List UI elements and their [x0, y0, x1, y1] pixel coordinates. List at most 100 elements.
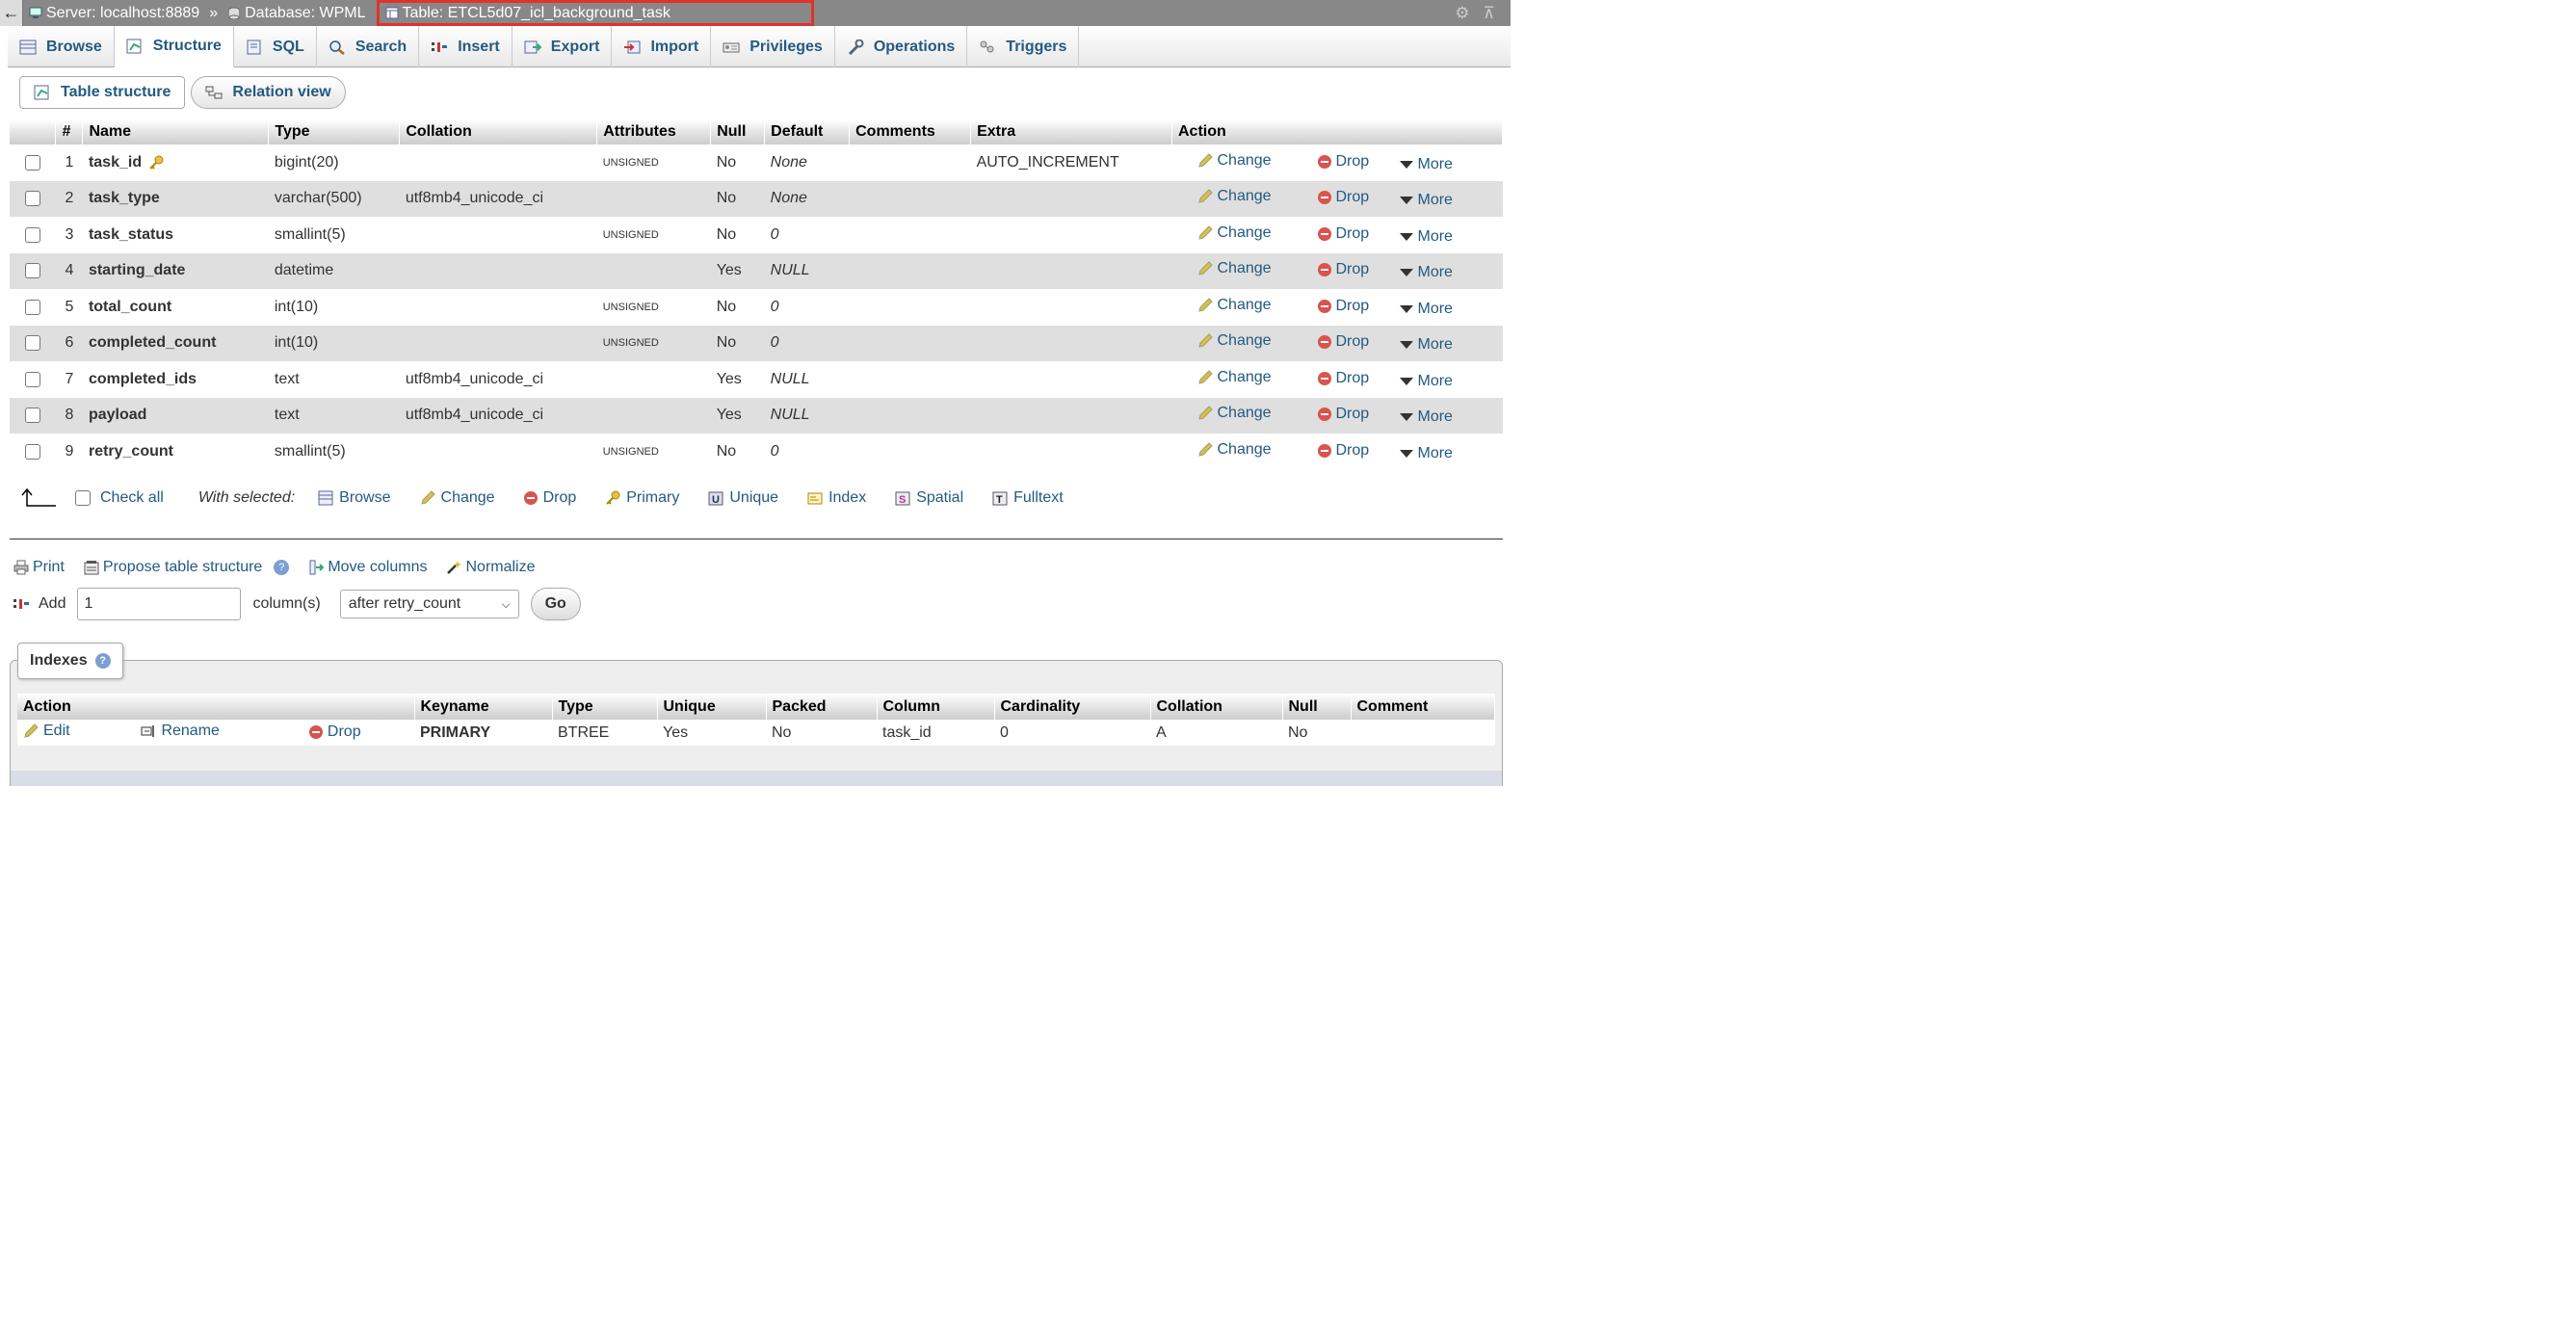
row-checkbox[interactable] — [24, 226, 40, 243]
row-checkbox[interactable] — [24, 371, 40, 387]
relation-icon — [205, 86, 223, 99]
drop-button[interactable]: Drop — [1317, 153, 1400, 171]
print-link[interactable]: Print — [13, 559, 65, 576]
footer-band — [11, 771, 1502, 786]
table-row: 1 task_id bigint(20) UNSIGNED No None AUTO_INC… — [10, 145, 1503, 181]
change-button[interactable]: Change — [1197, 260, 1318, 277]
column-name: task_type — [88, 190, 160, 207]
pencil-icon — [1197, 442, 1213, 457]
breadcrumb-database[interactable]: Database: WPML — [222, 5, 371, 22]
row-checkbox[interactable] — [24, 443, 40, 460]
column-collation: utf8mb4_unicode_ci — [399, 180, 597, 217]
drop-button[interactable]: Drop — [1317, 225, 1400, 243]
row-checkbox[interactable] — [24, 154, 40, 171]
header-comments[interactable]: Comments — [849, 119, 972, 145]
header-null[interactable]: Null — [710, 119, 766, 145]
drop-button[interactable]: Drop — [1317, 441, 1400, 460]
more-button[interactable]: More — [1399, 445, 1453, 462]
change-button[interactable]: Change — [1197, 152, 1318, 170]
check-all-checkbox[interactable] — [75, 490, 91, 506]
go-button[interactable]: Go — [530, 588, 581, 620]
drop-label: Drop — [1335, 441, 1370, 459]
more-button[interactable]: More — [1399, 301, 1453, 318]
row-checkbox-cell — [10, 434, 56, 470]
selected-change-button[interactable]: Change — [420, 489, 495, 507]
print-label: Print — [33, 559, 65, 575]
add-columns-count-input[interactable] — [77, 588, 242, 620]
selected-browse-button[interactable]: Browse — [318, 489, 391, 507]
selected-fulltext-button[interactable]: T Fulltext — [992, 489, 1064, 507]
relation-view-button[interactable]: Relation view — [191, 76, 346, 109]
row-checkbox[interactable] — [24, 263, 40, 279]
more-label: More — [1417, 336, 1453, 354]
more-button[interactable]: More — [1399, 408, 1453, 426]
tab-sql[interactable]: SQL — [234, 26, 317, 67]
settings-gear-icon[interactable]: ⚙ — [1455, 4, 1469, 23]
propose-structure-link[interactable]: Propose table structure ? — [84, 559, 290, 576]
header-number[interactable]: # — [55, 119, 84, 145]
selected-spatial-button[interactable]: S Spatial — [895, 489, 963, 507]
insert-icon — [432, 41, 448, 52]
change-label: Change — [1217, 260, 1272, 277]
tab-insert[interactable]: Insert — [419, 26, 513, 67]
tab-privileges[interactable]: Privileges — [711, 26, 835, 67]
change-button[interactable]: Change — [1197, 405, 1318, 422]
drop-button[interactable]: Drop — [1317, 370, 1400, 387]
drop-button[interactable]: Drop — [1317, 261, 1400, 278]
more-button[interactable]: More — [1399, 264, 1453, 281]
tab-export[interactable]: Export — [513, 26, 613, 67]
more-button[interactable]: More — [1399, 228, 1453, 246]
header-collation[interactable]: Collation — [399, 119, 598, 145]
selected-unique-button[interactable]: U Unique — [708, 489, 778, 507]
drop-button[interactable]: Drop — [1317, 333, 1400, 351]
index-edit-button[interactable]: Edit — [23, 723, 137, 740]
tab-triggers[interactable]: Triggers — [967, 26, 1080, 67]
more-button[interactable]: More — [1399, 192, 1453, 209]
index-rename-button[interactable]: Rename — [141, 723, 304, 740]
tab-structure[interactable]: Structure — [114, 26, 234, 67]
back-arrow-icon[interactable]: ← — [0, 0, 23, 26]
index-drop-button[interactable]: Drop — [308, 723, 361, 741]
row-checkbox[interactable] — [24, 299, 40, 315]
more-button[interactable]: More — [1399, 156, 1453, 173]
drop-label: Drop — [1335, 406, 1370, 423]
help-icon[interactable]: ? — [274, 560, 290, 575]
change-label: Change — [1217, 368, 1272, 385]
change-button[interactable]: Change — [1197, 188, 1318, 205]
more-button[interactable]: More — [1399, 373, 1453, 390]
drop-button[interactable]: Drop — [1317, 298, 1400, 315]
tab-search[interactable]: Search — [317, 26, 420, 67]
breadcrumb-database-label: Database: WPML — [245, 4, 366, 21]
more-button[interactable]: More — [1399, 336, 1453, 354]
header-attributes[interactable]: Attributes — [596, 119, 712, 145]
move-columns-link[interactable]: Move columns — [308, 559, 427, 576]
header-extra[interactable]: Extra — [970, 119, 1172, 145]
column-position-select[interactable]: after retry_count ⌵ — [339, 590, 519, 618]
collapse-icon[interactable]: ⊼ — [1484, 4, 1495, 23]
change-button[interactable]: Change — [1197, 369, 1318, 386]
row-checkbox[interactable] — [24, 408, 40, 424]
change-button[interactable]: Change — [1197, 224, 1318, 242]
breadcrumb-server[interactable]: Server: localhost:8889 — [23, 5, 205, 22]
header-default[interactable]: Default — [764, 119, 851, 145]
selected-index-button[interactable]: Index — [807, 489, 866, 507]
table-structure-button[interactable]: Table structure — [19, 76, 186, 109]
selected-drop-button[interactable]: Drop — [523, 489, 576, 507]
header-name[interactable]: Name — [82, 119, 270, 145]
tab-import[interactable]: Import — [612, 26, 712, 67]
normalize-link[interactable]: Normalize — [446, 559, 536, 576]
change-button[interactable]: Change — [1197, 332, 1318, 350]
row-checkbox[interactable] — [24, 335, 40, 352]
selected-primary-button[interactable]: Primary — [605, 489, 679, 507]
change-button[interactable]: Change — [1197, 297, 1318, 314]
tab-operations[interactable]: Operations — [835, 26, 968, 67]
drop-button[interactable]: Drop — [1317, 406, 1400, 423]
selected-primary-label: Primary — [626, 489, 680, 506]
header-type[interactable]: Type — [268, 119, 401, 145]
check-all-label[interactable]: Check all — [100, 489, 164, 507]
row-checkbox[interactable] — [24, 191, 40, 207]
indexes-help-icon[interactable]: ? — [94, 653, 111, 669]
change-button[interactable]: Change — [1197, 441, 1318, 459]
tab-browse[interactable]: Browse — [8, 26, 115, 67]
drop-button[interactable]: Drop — [1317, 189, 1400, 206]
